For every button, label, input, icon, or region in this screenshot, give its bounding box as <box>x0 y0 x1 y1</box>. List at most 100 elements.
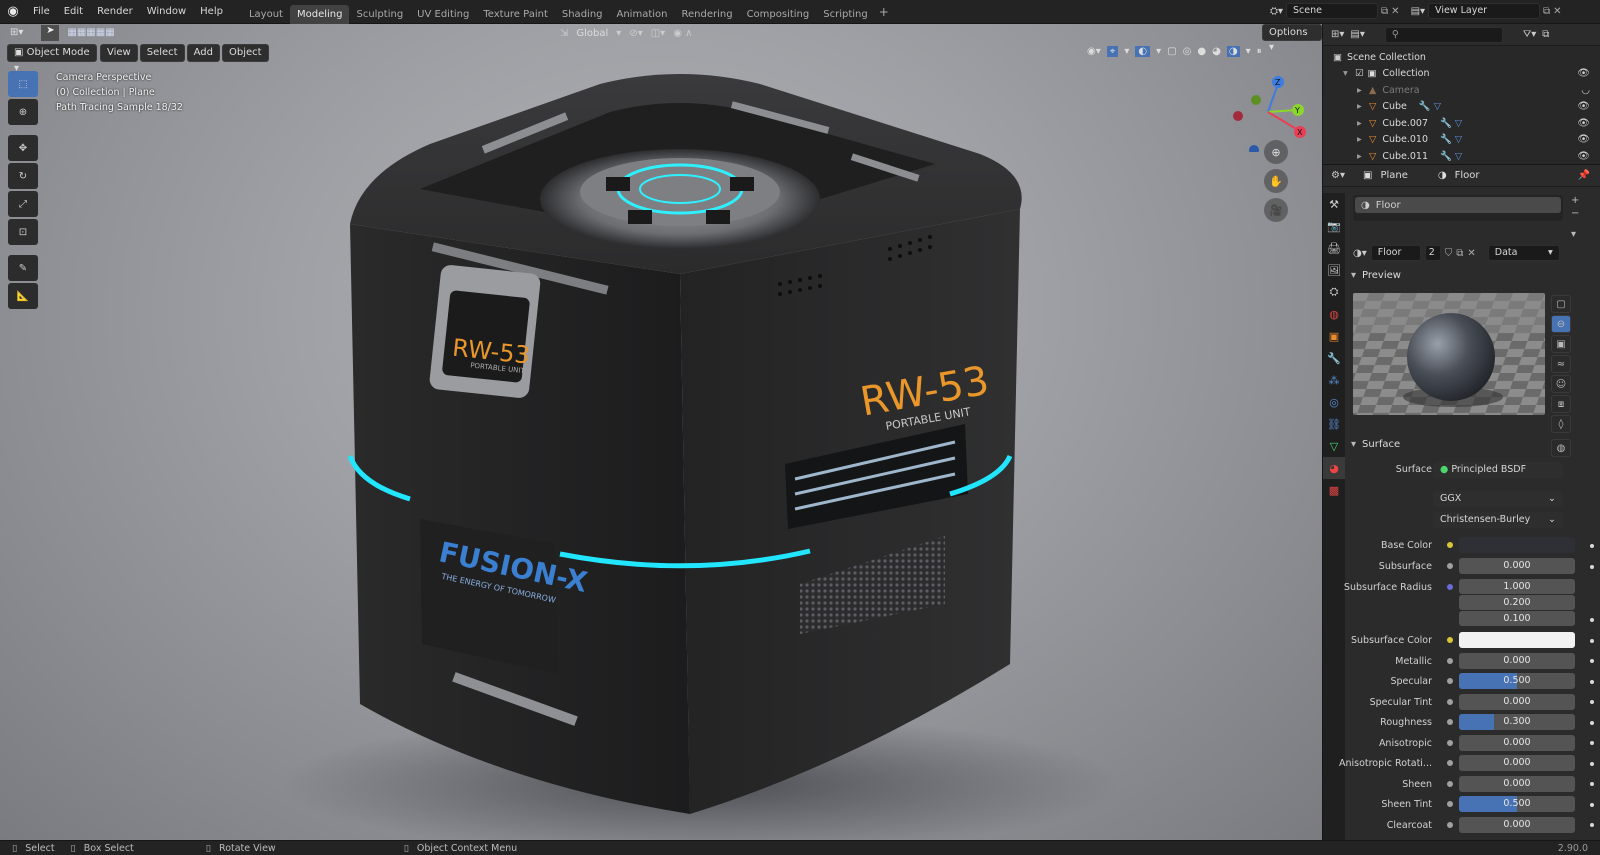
camera-view-icon[interactable]: 🎥 <box>1264 198 1288 222</box>
shading-wireframe-icon[interactable]: ◎ <box>1183 46 1192 57</box>
collapsed-chevron-icon[interactable]: ▸ <box>1357 151 1369 162</box>
cursor-tool-icon[interactable]: ⊕ <box>8 99 38 125</box>
outliner-search-input[interactable]: ⚲ <box>1384 26 1503 43</box>
view-layer-tab-icon[interactable]: 🖼 <box>1323 259 1345 281</box>
shading-material-icon[interactable]: ◕ <box>1212 46 1221 57</box>
vector-component[interactable]: 1.000 <box>1459 578 1575 594</box>
keyframe-dot-icon[interactable] <box>1590 782 1594 786</box>
preview-monkey-icon[interactable]: ☺ <box>1551 375 1571 393</box>
scene-field[interactable]: Scene <box>1286 3 1379 19</box>
socket-icon[interactable] <box>1447 583 1453 590</box>
constraints-tab-icon[interactable]: ⛓ <box>1323 413 1345 435</box>
value-slider[interactable]: 0.500 <box>1459 796 1575 812</box>
keyframe-dot-icon[interactable] <box>1590 679 1594 684</box>
keyframe-dot-icon[interactable] <box>1590 761 1594 766</box>
socket-icon[interactable] <box>1447 801 1453 807</box>
socket-icon[interactable] <box>1447 821 1453 828</box>
output-tab-icon[interactable]: 🖨 <box>1323 237 1345 259</box>
socket-icon[interactable] <box>1447 739 1453 746</box>
transform-tool-icon[interactable]: ⊡ <box>8 219 38 245</box>
modifier-data-icons[interactable]: 🔧 ▽ <box>1419 101 1441 112</box>
modifier-data-icons[interactable]: 🔧 ▽ <box>1440 134 1462 145</box>
breadcrumb-object[interactable]: Plane <box>1380 170 1407 181</box>
orientation-icon[interactable]: ⇲ <box>560 28 568 39</box>
options-dropdown[interactable]: Options ▾ <box>1262 24 1322 53</box>
tab-modeling[interactable]: Modeling <box>289 4 350 24</box>
value-slider[interactable]: 0.500 <box>1459 673 1575 689</box>
fake-user-icon[interactable]: ⛉ <box>1445 248 1453 259</box>
menu-window[interactable]: Window <box>140 1 193 23</box>
visibility-eye-icon[interactable]: 👁 <box>1577 134 1590 145</box>
preview-cube-icon[interactable]: ▣ <box>1551 335 1571 353</box>
particles-tab-icon[interactable]: ⁂ <box>1323 369 1345 391</box>
visibility-eye-icon[interactable]: 👁 <box>1577 68 1590 79</box>
zoom-icon[interactable]: ⊕ <box>1264 140 1288 164</box>
material-slot-list[interactable]: ◑ Floor <box>1353 195 1563 221</box>
unlink-material-icon[interactable]: ✕ <box>1467 248 1475 259</box>
filter-icon[interactable]: ⛛▾ <box>1523 29 1536 40</box>
tab-sculpting[interactable]: Sculpting <box>349 5 410 24</box>
physics-tab-icon[interactable]: ◎ <box>1323 391 1345 413</box>
socket-icon[interactable] <box>1447 760 1453 766</box>
render-tab-icon[interactable]: 📷 <box>1323 215 1345 237</box>
scale-tool-icon[interactable]: ⤢ <box>8 191 38 217</box>
visibility-eye-icon[interactable]: 👁 <box>1577 101 1590 112</box>
select-tool-icon[interactable]: ➤ <box>41 24 60 41</box>
exclude-checkbox[interactable]: ☑ <box>1355 68 1364 79</box>
material-name-field[interactable]: Floor <box>1370 245 1421 261</box>
color-swatch[interactable] <box>1459 631 1575 648</box>
viewport-menu-view[interactable]: View <box>100 44 138 62</box>
tool-tab-icon[interactable]: ⚒ <box>1323 193 1345 215</box>
outliner-item[interactable]: ▸ ▽ Cube 🔧 ▽ 👁 <box>1323 99 1600 116</box>
socket-icon[interactable] <box>1447 563 1453 569</box>
blender-logo-icon[interactable]: ◉ <box>0 4 26 19</box>
tab-compositing[interactable]: Compositing <box>740 5 817 24</box>
orientation-dropdown[interactable]: Global <box>576 28 608 39</box>
preview-flat-icon[interactable]: ▢ <box>1551 295 1571 313</box>
viewport-menu-object[interactable]: Object <box>221 44 269 62</box>
outliner-item[interactable]: ▸ ▽ Cube.011 🔧 ▽ 👁 <box>1323 148 1600 165</box>
menu-render[interactable]: Render <box>90 1 140 23</box>
view-layer-icon[interactable]: ▤▾ <box>1411 6 1425 17</box>
texture-tab-icon[interactable]: ▩ <box>1323 479 1345 501</box>
display-mode-icon[interactable]: ▤▾ <box>1350 29 1364 40</box>
duplicate-material-icon[interactable]: ⧉ <box>1456 248 1463 259</box>
viewport-menu-select[interactable]: Select <box>139 44 185 62</box>
tab-rendering[interactable]: Rendering <box>674 5 739 24</box>
xray-icon[interactable]: ▢ <box>1167 46 1176 57</box>
socket-icon[interactable] <box>1447 678 1453 684</box>
users-count[interactable]: 2 <box>1424 245 1441 261</box>
socket-icon[interactable] <box>1447 719 1453 725</box>
material-slot[interactable]: ◑ Floor <box>1355 197 1561 213</box>
socket-icon[interactable] <box>1447 542 1453 548</box>
visibility-eye-icon[interactable]: ◡ <box>1581 85 1590 96</box>
outliner-item[interactable]: ▸ ▽ Cube.010 🔧 ▽ 👁 <box>1323 132 1600 149</box>
rotate-tool-icon[interactable]: ↻ <box>8 163 38 189</box>
expand-chevron-icon[interactable]: ▾ <box>1343 68 1355 79</box>
outliner-editor-icon[interactable]: ⊞▾ <box>1331 29 1344 40</box>
pivot-icon[interactable]: ⊘▾ <box>629 28 642 39</box>
preview-sphere-icon[interactable]: ⊖ <box>1551 315 1571 333</box>
preview-hair-icon[interactable]: ≈ <box>1551 355 1571 373</box>
value-slider[interactable]: 0.000 <box>1459 816 1575 833</box>
snap-icon[interactable]: ◫▾ <box>651 28 665 39</box>
outliner-item[interactable]: ▸ ▲ Camera ◡ <box>1323 82 1600 99</box>
object-mode-dropdown[interactable]: ▣ Object Mode ▾ <box>7 44 97 74</box>
browse-material-icon[interactable]: ◑▾ <box>1353 248 1367 259</box>
select-box-tool-icon[interactable]: ⬚ <box>8 71 38 97</box>
vector-component[interactable]: 0.200 <box>1459 594 1575 610</box>
keyframe-dot-icon[interactable] <box>1590 802 1594 807</box>
keyframe-dot-icon[interactable] <box>1590 741 1594 745</box>
collapsed-chevron-icon[interactable]: ▸ <box>1357 101 1369 112</box>
socket-icon[interactable] <box>1447 636 1453 643</box>
object-tab-icon[interactable]: ▣ <box>1323 325 1345 347</box>
outliner-item[interactable]: ▸ ▽ Cube.007 🔧 ▽ 👁 <box>1323 115 1600 132</box>
value-slider[interactable]: 0.300 <box>1459 714 1575 730</box>
view-layer-field[interactable]: View Layer <box>1428 3 1541 19</box>
copy-view-layer-icon[interactable]: ⧉ <box>1543 6 1550 17</box>
tab-animation[interactable]: Animation <box>610 5 675 24</box>
collapsed-chevron-icon[interactable]: ▸ <box>1357 118 1369 129</box>
value-slider[interactable]: 0.000 <box>1459 693 1575 710</box>
copy-scene-icon[interactable]: ⧉ <box>1381 6 1388 17</box>
value-slider[interactable]: 0.000 <box>1459 652 1575 669</box>
